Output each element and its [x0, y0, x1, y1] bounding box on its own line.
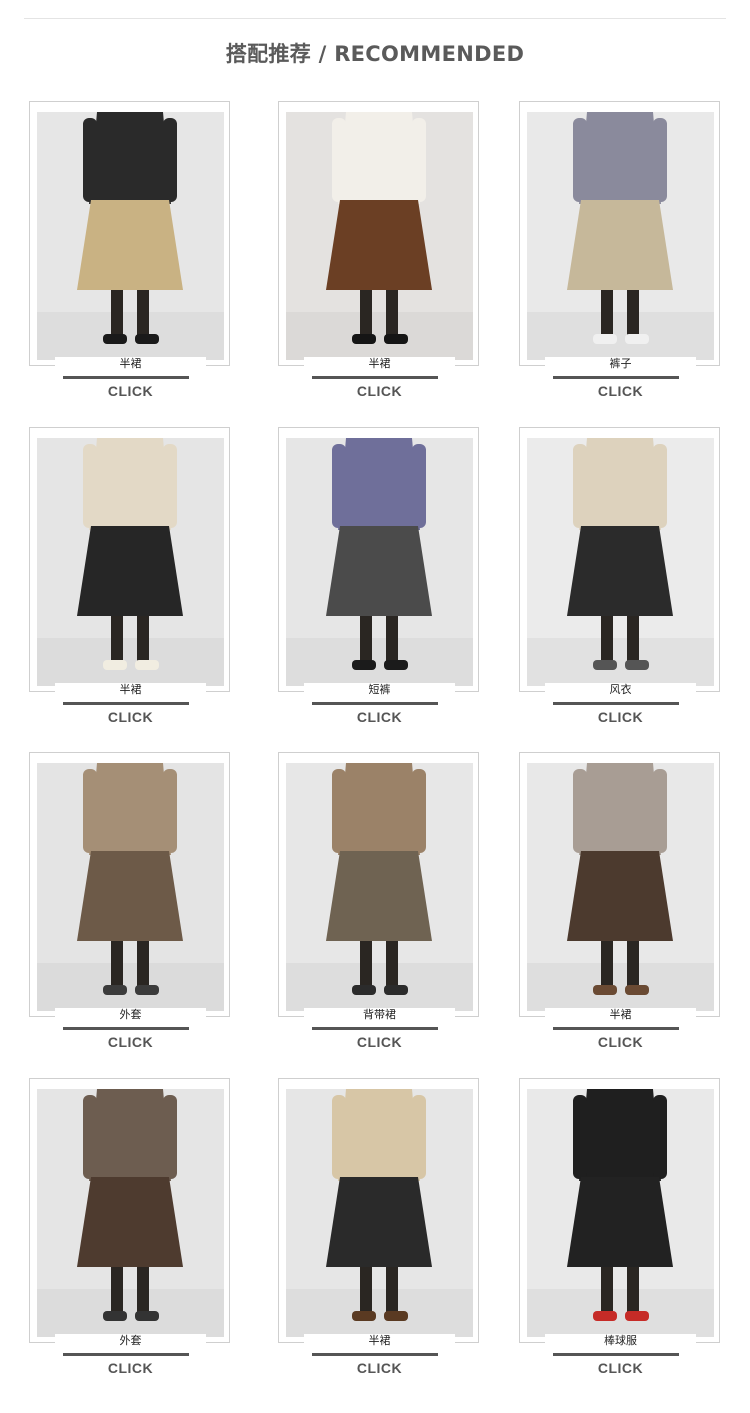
- product-photo-svg: [527, 112, 714, 360]
- product-photo[interactable]: [37, 1089, 224, 1337]
- product-category-label: 半裙: [304, 1334, 455, 1348]
- product-photo[interactable]: [37, 112, 224, 360]
- product-card[interactable]: 半裙 CLICK: [29, 101, 230, 399]
- product-photo-svg: [527, 438, 714, 686]
- label-underline-bar: [63, 1353, 189, 1356]
- product-photo[interactable]: [527, 763, 714, 1011]
- product-category-label: 短裤: [304, 683, 455, 697]
- label-underline-bar: [312, 1027, 438, 1030]
- product-card[interactable]: 外套 CLICK: [29, 1078, 230, 1376]
- label-underline-bar: [63, 1027, 189, 1030]
- product-photo-svg: [286, 112, 473, 360]
- product-photo-svg: [286, 438, 473, 686]
- label-underline-bar: [553, 1353, 679, 1356]
- product-category-label: 半裙: [545, 1008, 696, 1022]
- label-underline-bar: [553, 1027, 679, 1030]
- product-photo[interactable]: [527, 438, 714, 686]
- click-link[interactable]: CLICK: [30, 1034, 231, 1050]
- product-card[interactable]: 短裤 CLICK: [278, 427, 479, 725]
- product-photo-svg: [37, 763, 224, 1011]
- label-underline-bar: [553, 376, 679, 379]
- product-photo[interactable]: [286, 763, 473, 1011]
- product-photo[interactable]: [527, 1089, 714, 1337]
- click-link[interactable]: CLICK: [30, 709, 231, 725]
- product-photo-svg: [527, 763, 714, 1011]
- product-photo[interactable]: [286, 438, 473, 686]
- click-link[interactable]: CLICK: [30, 383, 231, 399]
- product-card[interactable]: 裤子 CLICK: [519, 101, 720, 399]
- product-photo-svg: [286, 763, 473, 1011]
- product-photo-svg: [37, 438, 224, 686]
- product-card[interactable]: 背带裙 CLICK: [278, 752, 479, 1050]
- product-category-label: 半裙: [304, 357, 455, 371]
- click-link[interactable]: CLICK: [520, 383, 721, 399]
- label-underline-bar: [312, 702, 438, 705]
- click-link[interactable]: CLICK: [279, 709, 480, 725]
- product-category-label: 外套: [55, 1008, 206, 1022]
- label-underline-bar: [63, 376, 189, 379]
- top-divider: [24, 18, 726, 19]
- click-link[interactable]: CLICK: [279, 383, 480, 399]
- product-photo-svg: [286, 1089, 473, 1337]
- product-photo[interactable]: [527, 112, 714, 360]
- product-photo[interactable]: [286, 1089, 473, 1337]
- product-category-label: 半裙: [55, 683, 206, 697]
- product-category-label: 裤子: [545, 357, 696, 371]
- product-category-label: 风衣: [545, 683, 696, 697]
- click-link[interactable]: CLICK: [520, 1034, 721, 1050]
- product-card[interactable]: 半裙 CLICK: [278, 1078, 479, 1376]
- product-card[interactable]: 外套 CLICK: [29, 752, 230, 1050]
- product-card[interactable]: 半裙 CLICK: [519, 752, 720, 1050]
- section-heading: 搭配推荐 / RECOMMENDED: [225, 42, 525, 66]
- label-underline-bar: [312, 1353, 438, 1356]
- product-card[interactable]: 棒球服 CLICK: [519, 1078, 720, 1376]
- product-photo-svg: [37, 1089, 224, 1337]
- click-link[interactable]: CLICK: [30, 1360, 231, 1376]
- product-category-label: 背带裙: [304, 1008, 455, 1022]
- product-card[interactable]: 风衣 CLICK: [519, 427, 720, 725]
- product-card[interactable]: 半裙 CLICK: [278, 101, 479, 399]
- click-link[interactable]: CLICK: [279, 1360, 480, 1376]
- click-link[interactable]: CLICK: [520, 1360, 721, 1376]
- product-category-label: 半裙: [55, 357, 206, 371]
- product-category-label: 棒球服: [545, 1334, 696, 1348]
- click-link[interactable]: CLICK: [279, 1034, 480, 1050]
- product-photo[interactable]: [37, 438, 224, 686]
- product-category-label: 外套: [55, 1334, 206, 1348]
- product-card[interactable]: 半裙 CLICK: [29, 427, 230, 725]
- product-photo-svg: [37, 112, 224, 360]
- product-photo[interactable]: [37, 763, 224, 1011]
- product-photo[interactable]: [286, 112, 473, 360]
- product-photo-svg: [527, 1089, 714, 1337]
- click-link[interactable]: CLICK: [520, 709, 721, 725]
- label-underline-bar: [312, 376, 438, 379]
- label-underline-bar: [63, 702, 189, 705]
- label-underline-bar: [553, 702, 679, 705]
